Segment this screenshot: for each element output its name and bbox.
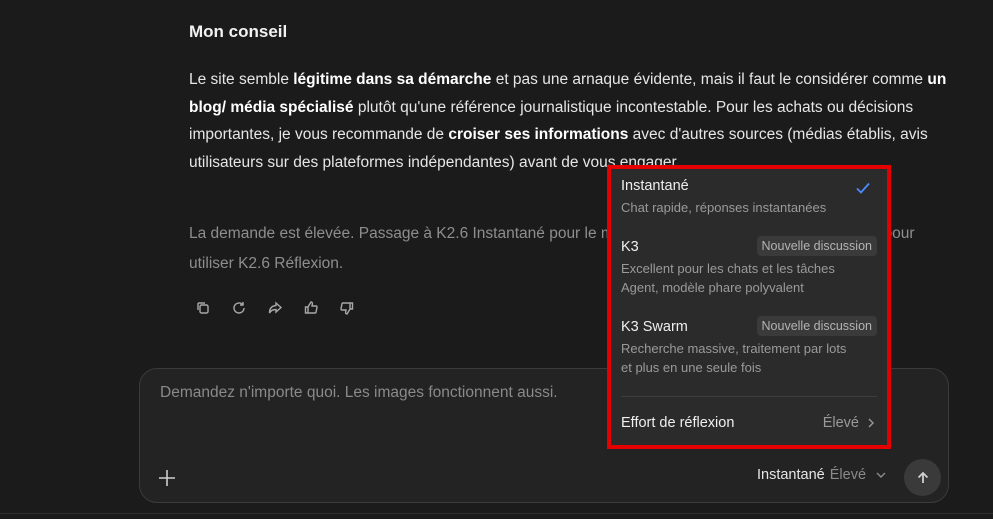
dislike-button[interactable] (337, 298, 357, 318)
model-name: Instantané (757, 467, 825, 483)
share-icon (268, 301, 283, 314)
model-menu: Instantané Chat rapide, réponses instant… (607, 165, 891, 449)
effort-value: Élevé (823, 415, 877, 431)
message-actions (193, 298, 357, 318)
plus-icon (159, 470, 175, 486)
thumbs-up-icon (304, 301, 318, 314)
refresh-icon (233, 302, 245, 314)
menu-option-k3[interactable]: K3 Nouvelle discussion Excellent pour le… (621, 236, 877, 297)
copy-button[interactable] (193, 298, 213, 318)
effort-level: Élevé (829, 467, 867, 483)
share-button[interactable] (265, 298, 285, 318)
like-button[interactable] (301, 298, 321, 318)
copy-icon (197, 302, 209, 314)
menu-divider (621, 396, 877, 397)
message-paragraph: Le site semble légitime dans sa démarche… (189, 66, 954, 176)
option-description-line: et plus en une seule fois (621, 360, 762, 375)
menu-option-instant[interactable]: Instantané Chat rapide, réponses instant… (621, 178, 877, 217)
reasoning-effort-item[interactable]: Effort de réflexion Élevé (621, 415, 877, 431)
check-icon (856, 182, 870, 194)
para-bold-3: croiser ses informations (448, 126, 629, 143)
message-heading: Mon conseil (189, 22, 288, 41)
option-description: Chat rapide, réponses instantanées (621, 200, 827, 215)
send-button[interactable] (904, 459, 941, 496)
para-text-1: Le site semble (189, 71, 294, 88)
model-selector[interactable]: Instantané Élevé (757, 467, 887, 483)
option-name: Instantané (621, 178, 689, 194)
effort-label: Effort de réflexion (621, 415, 735, 431)
para-bold-1: légitime dans sa démarche (293, 71, 492, 88)
para-text-2: et pas une arnaque évidente, mais il fau… (491, 71, 928, 88)
option-description-line: Excellent pour les chats et les tâches (621, 261, 835, 276)
regenerate-button[interactable] (229, 298, 249, 318)
new-chat-badge: Nouvelle discussion (756, 236, 877, 256)
chevron-right-icon (868, 418, 874, 428)
effort-value-text: Élevé (822, 415, 859, 431)
option-description: Recherche massive, traitement par lots e… (621, 339, 877, 377)
chevron-down-icon (876, 472, 886, 478)
menu-option-k3-swarm[interactable]: K3 Swarm Nouvelle discussion Recherche m… (621, 316, 877, 377)
option-description: Excellent pour les chats et les tâches A… (621, 259, 877, 297)
option-description-line: Agent, modèle phare polyvalent (621, 280, 804, 295)
arrow-up-icon (917, 471, 928, 483)
bottom-divider (0, 513, 993, 514)
option-description-line: Recherche massive, traitement par lots (621, 341, 847, 356)
thumbs-down-icon (340, 302, 354, 315)
new-chat-badge: Nouvelle discussion (756, 316, 877, 336)
attach-button[interactable] (156, 467, 178, 489)
